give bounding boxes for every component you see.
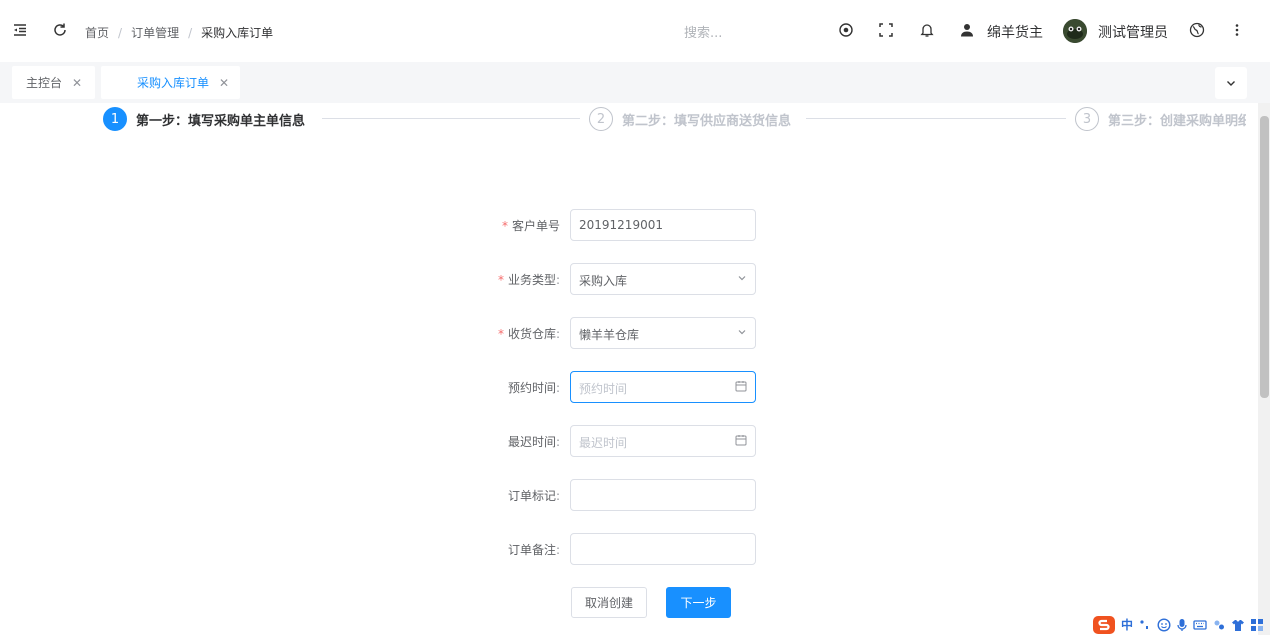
form-row-latest-time: 最迟时间: 最迟时间 [0, 425, 760, 457]
ime-toolbar: 中 [1092, 614, 1264, 635]
breadcrumb-order-management[interactable]: 订单管理 [131, 24, 179, 41]
target-icon[interactable] [836, 20, 856, 40]
tab-purchase-inbound-order[interactable]: 采购入库订单 ✕ [101, 66, 240, 99]
menu-fold-icon[interactable] [10, 20, 30, 40]
form-row-appointment-time: 预约时间: 预约时间 [0, 371, 760, 403]
more-vertical-icon[interactable] [1227, 20, 1247, 40]
form-row-biz-type: * 业务类型: 采购入库 [0, 263, 760, 295]
emoji-icon[interactable] [1157, 617, 1171, 632]
latest-time-label: 最迟时间: [507, 435, 560, 449]
chevron-down-icon [737, 326, 747, 340]
order-mark-input[interactable] [570, 479, 756, 511]
customer-no-label: * 客户单号 [501, 219, 560, 233]
ime-chinese-mode[interactable]: 中 [1121, 616, 1133, 633]
order-mark-label: 订单标记: [507, 489, 560, 503]
form-row-customer-no: * 客户单号 20191219001 [0, 209, 760, 241]
warehouse-select[interactable]: 懒羊羊仓库 [570, 317, 756, 349]
step-title: 第一步：填写采购单主单信息 [136, 113, 306, 129]
shirt-icon[interactable] [1231, 618, 1245, 632]
cancel-create-button[interactable]: 取消创建 [571, 587, 647, 618]
step-title: 第二步：填写供应商送货信息 [622, 113, 792, 129]
skin-icon[interactable] [1212, 618, 1226, 632]
scrollbar-thumb[interactable] [1260, 116, 1269, 398]
top-header: 首页 / 订单管理 / 采购入库订单 搜索... 绵羊货主 测试管理员 [0, 0, 1270, 62]
calendar-icon [735, 434, 747, 449]
owner-name[interactable]: 绵羊货主 [987, 22, 1043, 42]
user-name[interactable]: 测试管理员 [1098, 22, 1168, 42]
close-icon[interactable]: ✕ [219, 76, 229, 90]
latest-time-placeholder: 最迟时间 [579, 436, 628, 450]
biz-type-select[interactable]: 采购入库 [570, 263, 756, 295]
customer-no-input[interactable]: 20191219001 [570, 209, 756, 241]
step-number: 3 [1075, 107, 1099, 131]
biz-type-label: * 业务类型: [497, 273, 560, 287]
warehouse-value: 懒羊羊仓库 [579, 328, 640, 342]
tab-dashboard[interactable]: 主控台 ✕ [12, 66, 95, 99]
breadcrumb-current: 采购入库订单 [201, 26, 274, 40]
order-remark-label: 订单备注: [507, 543, 560, 557]
step-3: 3 第三步：创建采购单明细 [1075, 107, 1246, 131]
breadcrumb-separator: / [188, 25, 193, 40]
chevron-down-icon [737, 272, 747, 286]
user-icon[interactable] [957, 20, 977, 40]
step-number: 1 [103, 107, 127, 131]
form-row-order-remark: 订单备注: [0, 533, 760, 565]
tab-label: 主控台 [26, 76, 63, 90]
close-icon[interactable]: ✕ [72, 76, 82, 90]
step-number: 2 [589, 107, 613, 131]
punctuation-icon[interactable] [1138, 618, 1152, 632]
refresh-icon[interactable] [50, 20, 70, 40]
latest-time-picker[interactable]: 最迟时间 [570, 425, 756, 457]
globe-icon[interactable] [1187, 20, 1207, 40]
breadcrumb-home[interactable]: 首页 [85, 24, 109, 41]
next-step-button[interactable]: 下一步 [666, 587, 731, 618]
tab-label: 采购入库订单 [137, 76, 210, 90]
order-remark-input[interactable] [570, 533, 756, 565]
tabs-dropdown-button[interactable] [1215, 67, 1247, 99]
toolbox-icon[interactable] [1250, 618, 1264, 632]
step-2: 2 第二步：填写供应商送货信息 [589, 107, 791, 131]
avatar[interactable] [1063, 19, 1087, 43]
appointment-time-label: 预约时间: [507, 381, 560, 395]
fullscreen-icon[interactable] [876, 20, 896, 40]
breadcrumb: 首页 / 订单管理 / 采购入库订单 [85, 24, 273, 41]
search-input[interactable]: 搜索... [684, 22, 722, 41]
appointment-time-picker[interactable]: 预约时间 [570, 371, 756, 403]
customer-no-value: 20191219001 [579, 218, 663, 232]
tabs-bar: 主控台 ✕ 采购入库订单 ✕ [0, 62, 1270, 103]
step-title: 第三步：创建采购单明细 [1108, 113, 1246, 129]
step-1: 1 第一步：填写采购单主单信息 [103, 107, 305, 131]
form-row-warehouse: * 收货仓库: 懒羊羊仓库 [0, 317, 760, 349]
biz-type-value: 采购入库 [579, 274, 628, 288]
form-row-order-mark: 订单标记: [0, 479, 760, 511]
step-connector [806, 118, 1066, 119]
breadcrumb-separator: / [118, 25, 123, 40]
step-connector [322, 118, 580, 119]
sogou-logo-icon[interactable] [1092, 615, 1116, 635]
microphone-icon[interactable] [1176, 618, 1188, 632]
bell-icon[interactable] [917, 20, 937, 40]
warehouse-label: * 收货仓库: [497, 327, 560, 341]
calendar-icon [735, 380, 747, 395]
keyboard-icon[interactable] [1193, 618, 1207, 632]
appointment-time-placeholder: 预约时间 [579, 382, 628, 396]
chevron-down-icon [1227, 81, 1235, 86]
